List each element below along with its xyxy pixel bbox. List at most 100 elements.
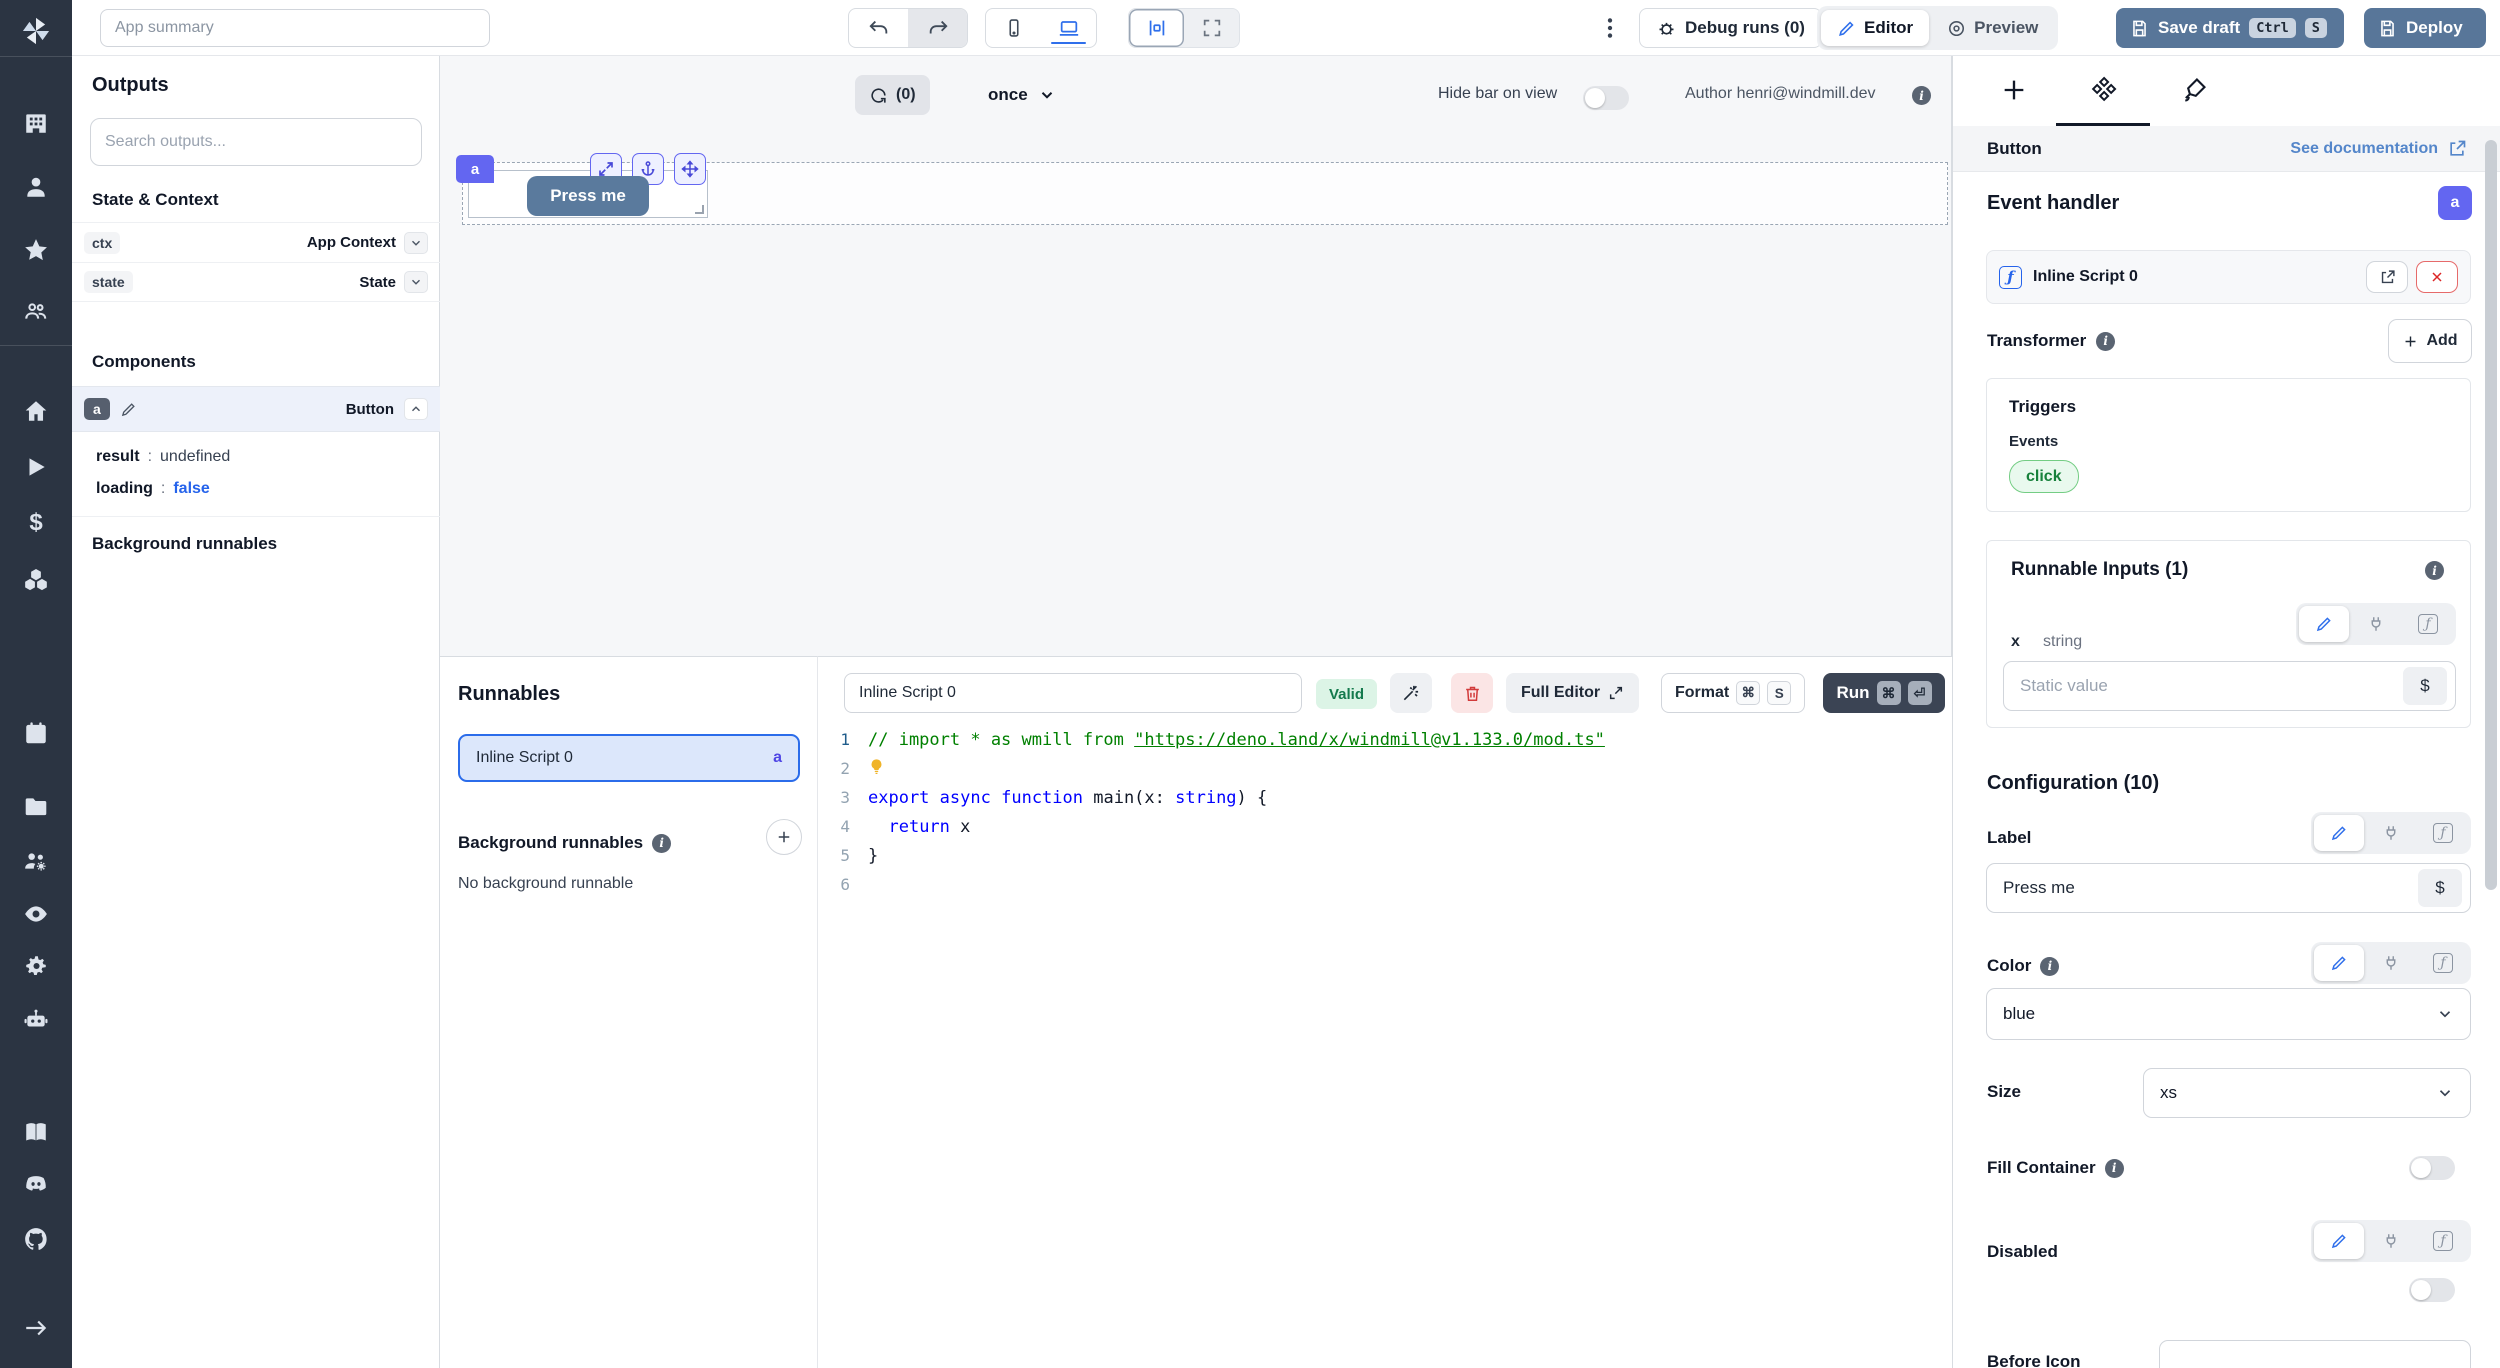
static-mode-pencil-icon[interactable] — [2314, 815, 2364, 851]
info-icon[interactable] — [652, 834, 671, 853]
folders-icon[interactable] — [23, 794, 49, 820]
info-icon[interactable] — [2096, 332, 2115, 351]
audit-eye-icon[interactable] — [23, 901, 49, 927]
see-documentation-link[interactable]: See documentation — [2290, 139, 2467, 159]
open-script-external-icon[interactable] — [2366, 261, 2408, 293]
resize-handle[interactable] — [695, 205, 704, 214]
ctx-output-row[interactable]: ctx App Context — [72, 222, 440, 262]
format-button[interactable]: Format ⌘ S — [1661, 673, 1805, 713]
label-value-field[interactable]: $ — [1986, 863, 2471, 913]
chevron-down-icon[interactable] — [404, 232, 428, 254]
insert-component-tab-plus-icon[interactable] — [2000, 76, 2028, 104]
template-dollar-button[interactable]: $ — [2403, 667, 2447, 705]
debug-runs-button[interactable]: Debug runs (0) — [1639, 8, 1822, 48]
schedules-calendar-icon[interactable] — [23, 720, 49, 746]
run-button[interactable]: Run ⌘ ⏎ — [1823, 673, 1945, 713]
static-value-input[interactable] — [2020, 676, 2403, 696]
connect-mode-plug-icon[interactable] — [2366, 1223, 2416, 1259]
inspector-scrollbar[interactable] — [2485, 140, 2497, 890]
label-value-input[interactable] — [2003, 878, 2418, 898]
script-name-input[interactable] — [844, 673, 1302, 713]
eval-mode-function-icon[interactable]: ƒ — [2418, 815, 2468, 851]
info-icon[interactable] — [2425, 561, 2444, 580]
save-draft-button[interactable]: Save draft Ctrl S — [2116, 8, 2344, 48]
code-lines[interactable]: 1// import * as wmill from "https://deno… — [818, 725, 1952, 899]
loading-prop-row[interactable]: loading:false — [96, 480, 210, 498]
desktop-view-button[interactable] — [1041, 9, 1096, 47]
favorites-star-icon[interactable] — [23, 237, 49, 263]
component-a-row[interactable]: a Button — [72, 386, 440, 432]
press-me-button[interactable]: Press me — [527, 176, 649, 216]
before-icon-field[interactable] — [2159, 1340, 2471, 1368]
variables-dollar-icon[interactable]: $ — [23, 510, 49, 536]
resources-boxes-icon[interactable] — [23, 567, 49, 593]
styling-tab-paintbrush-icon[interactable] — [2180, 76, 2208, 104]
fill-container-toggle[interactable] — [2409, 1156, 2455, 1180]
static-mode-pencil-icon[interactable] — [2314, 945, 2364, 981]
windmill-logo-icon[interactable] — [19, 14, 53, 48]
eval-mode-function-icon[interactable]: ƒ — [2418, 945, 2468, 981]
add-background-runnable-button[interactable] — [766, 819, 802, 855]
size-select[interactable]: xs — [2143, 1068, 2471, 1118]
inline-script-item[interactable]: Inline Script 0 a — [458, 734, 800, 782]
static-mode-pencil-icon[interactable] — [2299, 606, 2349, 642]
ai-wand-button[interactable] — [1390, 673, 1432, 713]
chevron-up-icon[interactable] — [404, 398, 428, 420]
undo-button[interactable] — [849, 9, 908, 47]
settings-tab-components-icon[interactable] — [2090, 76, 2118, 104]
full-editor-button[interactable]: Full Editor — [1506, 673, 1639, 713]
chevron-down-icon[interactable] — [404, 271, 428, 293]
inline-script-item-label: Inline Script 0 — [476, 749, 573, 767]
add-transformer-button[interactable]: Add — [2388, 319, 2472, 363]
fullscreen-expand-icon[interactable] — [1184, 9, 1239, 47]
hide-bar-toggle[interactable] — [1583, 86, 1629, 110]
redo-button[interactable] — [908, 9, 967, 47]
github-icon[interactable] — [23, 1226, 49, 1252]
size-select-value: xs — [2160, 1083, 2177, 1103]
mobile-view-button[interactable] — [986, 9, 1041, 47]
color-select[interactable]: blue — [1986, 988, 2471, 1040]
disabled-toggle[interactable] — [2409, 1278, 2455, 1302]
result-prop-row[interactable]: result:undefined — [96, 448, 230, 466]
workers-icon[interactable] — [23, 848, 49, 874]
connect-mode-plug-icon[interactable] — [2366, 815, 2416, 851]
eval-mode-function-icon[interactable]: ƒ — [2418, 1223, 2468, 1259]
center-align-button[interactable] — [1129, 9, 1184, 47]
info-icon[interactable] — [2040, 957, 2059, 976]
info-icon[interactable] — [2105, 1159, 2124, 1178]
connect-mode-plug-icon[interactable] — [2366, 945, 2416, 981]
static-value-field[interactable]: $ — [2003, 661, 2456, 711]
runnables-title: Runnables — [458, 683, 560, 706]
deploy-button[interactable]: Deploy — [2364, 8, 2486, 48]
discord-icon[interactable] — [23, 1171, 49, 1197]
preview-tab[interactable]: Preview — [1931, 10, 2054, 46]
pencil-icon[interactable] — [120, 401, 137, 418]
eval-mode-function-icon[interactable]: ƒ — [2403, 606, 2453, 642]
ai-bot-icon[interactable] — [23, 1007, 49, 1033]
docs-book-icon[interactable] — [23, 1119, 49, 1145]
delete-script-button[interactable] — [1451, 673, 1493, 713]
search-outputs-input[interactable] — [90, 118, 422, 166]
remove-script-button[interactable] — [2416, 261, 2458, 293]
settings-gear-icon[interactable] — [23, 953, 49, 979]
expand-sidebar-arrow-icon[interactable] — [23, 1315, 49, 1341]
editor-tab[interactable]: Editor — [1821, 10, 1929, 46]
static-mode-pencil-icon[interactable] — [2314, 1223, 2364, 1259]
template-dollar-button[interactable]: $ — [2418, 869, 2462, 907]
refresh-count-button[interactable]: (0) — [855, 75, 930, 115]
event-handler-script-row[interactable]: ƒ Inline Script 0 — [1986, 250, 2471, 304]
refresh-mode-dropdown[interactable]: once — [988, 75, 1056, 115]
workspace-building-icon[interactable] — [23, 110, 49, 136]
groups-icon[interactable] — [23, 298, 49, 324]
user-icon[interactable] — [23, 174, 49, 200]
lightbulb-icon[interactable] — [868, 758, 885, 775]
app-canvas[interactable]: (0) once Hide bar on view Author henri@w… — [440, 56, 1952, 656]
app-summary-input[interactable] — [100, 9, 490, 47]
info-icon[interactable] — [1912, 86, 1931, 105]
runs-play-icon[interactable] — [23, 454, 49, 480]
connect-mode-plug-icon[interactable] — [2351, 606, 2401, 642]
home-icon[interactable] — [23, 398, 49, 424]
more-options-kebab-icon[interactable] — [1597, 15, 1623, 41]
state-output-row[interactable]: state State — [72, 262, 440, 302]
move-icon[interactable] — [674, 153, 706, 185]
